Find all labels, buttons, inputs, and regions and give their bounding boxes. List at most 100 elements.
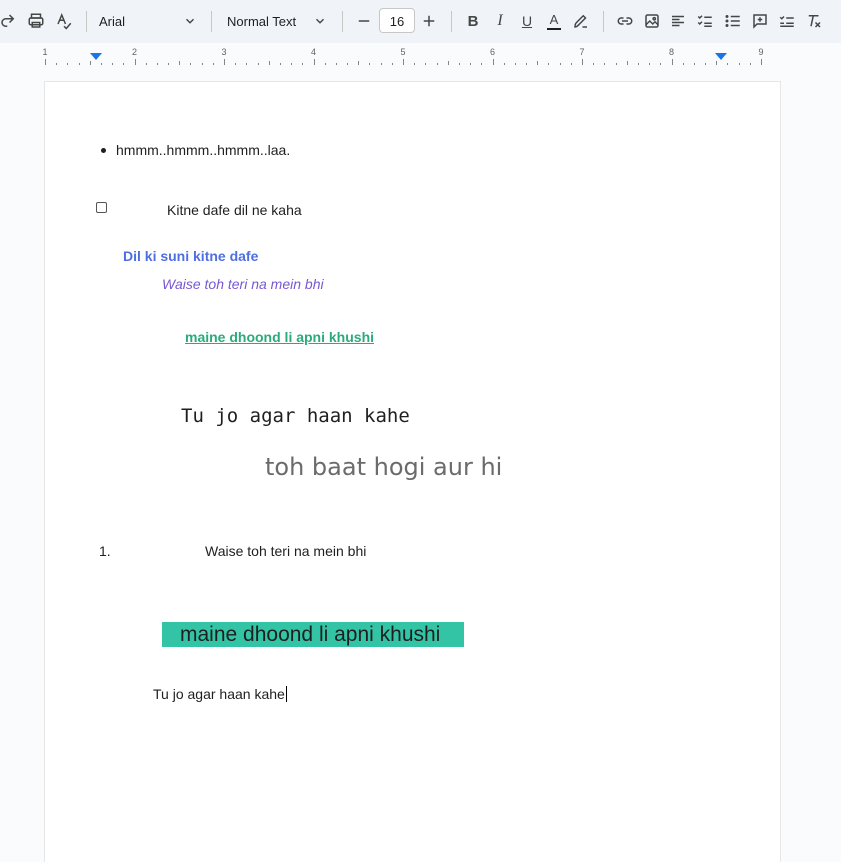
ruler-tick [671, 59, 673, 65]
ruler-tick [45, 59, 46, 65]
ruler-tick [514, 63, 516, 65]
underline-button[interactable]: U [515, 9, 539, 33]
ruler-tick [649, 63, 651, 65]
ruler-tick [134, 59, 136, 65]
ruler-tick [313, 59, 315, 65]
highlighted-line[interactable]: maine dhoond li apni khushi [180, 622, 440, 647]
ruler-tick [100, 63, 102, 65]
redo-icon[interactable] [0, 9, 20, 33]
ruler-tick [682, 63, 684, 65]
ruler-number: 5 [400, 47, 406, 57]
image-icon[interactable] [640, 9, 664, 33]
document-page[interactable]: hmmm..hmmm..hmmm..laa. Kitne dafe dil ne… [45, 82, 780, 862]
checklist-menu-icon[interactable] [775, 9, 799, 33]
ruler-tick [492, 59, 494, 65]
print-icon[interactable] [24, 9, 48, 33]
align-icon[interactable] [666, 9, 690, 33]
decrease-font-size-button[interactable] [352, 9, 376, 33]
ruler-tick [414, 63, 416, 65]
ruler-tick [190, 63, 192, 65]
ruler-tick [358, 61, 360, 65]
comment-icon[interactable] [748, 9, 772, 33]
ruler-tick [212, 63, 214, 65]
line-blue-bold[interactable]: Dil ki suni kitne dafe [123, 248, 258, 264]
ruler-tick [738, 63, 740, 65]
chevron-down-icon [185, 18, 195, 24]
checkbox[interactable] [96, 202, 107, 213]
bold-button[interactable]: B [461, 9, 485, 33]
ruler-tick [637, 63, 639, 65]
ruler-tick [615, 63, 617, 65]
ruler-tick [302, 63, 304, 65]
text-color-icon: A [549, 11, 559, 27]
ruler-tick [470, 63, 472, 65]
spellcheck-icon[interactable] [52, 9, 76, 33]
paragraph-style-dropdown[interactable]: Normal Text [227, 9, 327, 33]
checkbox-item[interactable]: Kitne dafe dil ne kaha [167, 202, 302, 218]
line-green-underline[interactable]: maine dhoond li apni khushi [185, 329, 374, 345]
right-indent-marker[interactable] [715, 53, 727, 60]
last-line-text: Tu jo agar haan kahe [153, 686, 285, 702]
ruler-tick [257, 63, 259, 65]
left-indent-marker[interactable] [90, 53, 102, 60]
font-size-input[interactable]: 16 [379, 8, 415, 33]
ruler-tick [391, 63, 393, 65]
ruler-tick [279, 63, 281, 65]
ruler-number: 4 [310, 47, 317, 57]
ruler-tick [570, 63, 572, 65]
text-color-swatch [547, 27, 561, 30]
ruler[interactable]: 1 2 3 4 5 6 7 8 9 [42, 44, 781, 68]
ruler-tick [537, 61, 539, 65]
paragraph-style-value: Normal Text [227, 13, 297, 29]
font-family-dropdown[interactable]: Arial [99, 9, 197, 33]
ruler-tick [503, 63, 505, 65]
ruler-number: 3 [221, 47, 227, 57]
increase-font-size-button[interactable] [417, 9, 441, 33]
ruler-number: 2 [131, 47, 138, 57]
ruler-tick [168, 63, 170, 65]
ruler-tick [436, 63, 438, 65]
ruler-tick [56, 63, 58, 65]
ruler-tick [447, 61, 449, 65]
ruler-tick [78, 63, 80, 65]
ruler-tick [582, 59, 583, 65]
bullet-marker [101, 148, 106, 153]
ruler-tick [727, 63, 729, 65]
link-icon[interactable] [613, 9, 637, 33]
line-mono[interactable]: Tu jo agar haan kahe [181, 405, 410, 427]
ruler-tick [716, 61, 718, 65]
ruler-tick [626, 61, 628, 65]
highlight-icon[interactable] [569, 9, 593, 33]
ruler-tick [89, 61, 91, 65]
ruler-tick [380, 63, 382, 65]
ruler-tick [593, 63, 595, 65]
ruler-tick [112, 63, 114, 65]
ruler-tick [604, 63, 606, 65]
ruler-tick [559, 63, 561, 65]
checklist-icon[interactable] [693, 9, 717, 33]
text-color-button[interactable]: A [542, 9, 566, 33]
ruler-tick [761, 59, 762, 65]
underline-icon: U [521, 13, 533, 29]
numbered-item[interactable]: Waise toh teri na mein bhi [205, 543, 366, 559]
line-purple-italic[interactable]: Waise toh teri na mein bhi [162, 276, 324, 292]
line-gray[interactable]: toh baat hogi aur hi [265, 453, 502, 481]
ruler-tick [660, 63, 662, 65]
last-line[interactable]: Tu jo agar haan kahe [153, 686, 287, 702]
toolbar-separator [86, 11, 87, 32]
ruler-tick [548, 63, 550, 65]
italic-button[interactable]: I [488, 9, 512, 33]
ruler-tick [179, 61, 181, 65]
ruler-tick [403, 59, 404, 65]
clear-formatting-icon[interactable] [802, 9, 826, 33]
italic-icon: I [497, 12, 503, 29]
bulleted-list-icon[interactable] [721, 9, 745, 33]
toolbar-separator [211, 11, 212, 32]
toolbar: Arial Normal Text 16 B I U A [0, 0, 841, 43]
ruler-tick [224, 59, 225, 65]
ruler-tick [145, 63, 147, 65]
text-cursor [285, 686, 287, 702]
ruler-tick [246, 63, 248, 65]
bullet-item[interactable]: hmmm..hmmm..hmmm..laa. [116, 142, 290, 158]
ruler-tick [526, 63, 528, 65]
